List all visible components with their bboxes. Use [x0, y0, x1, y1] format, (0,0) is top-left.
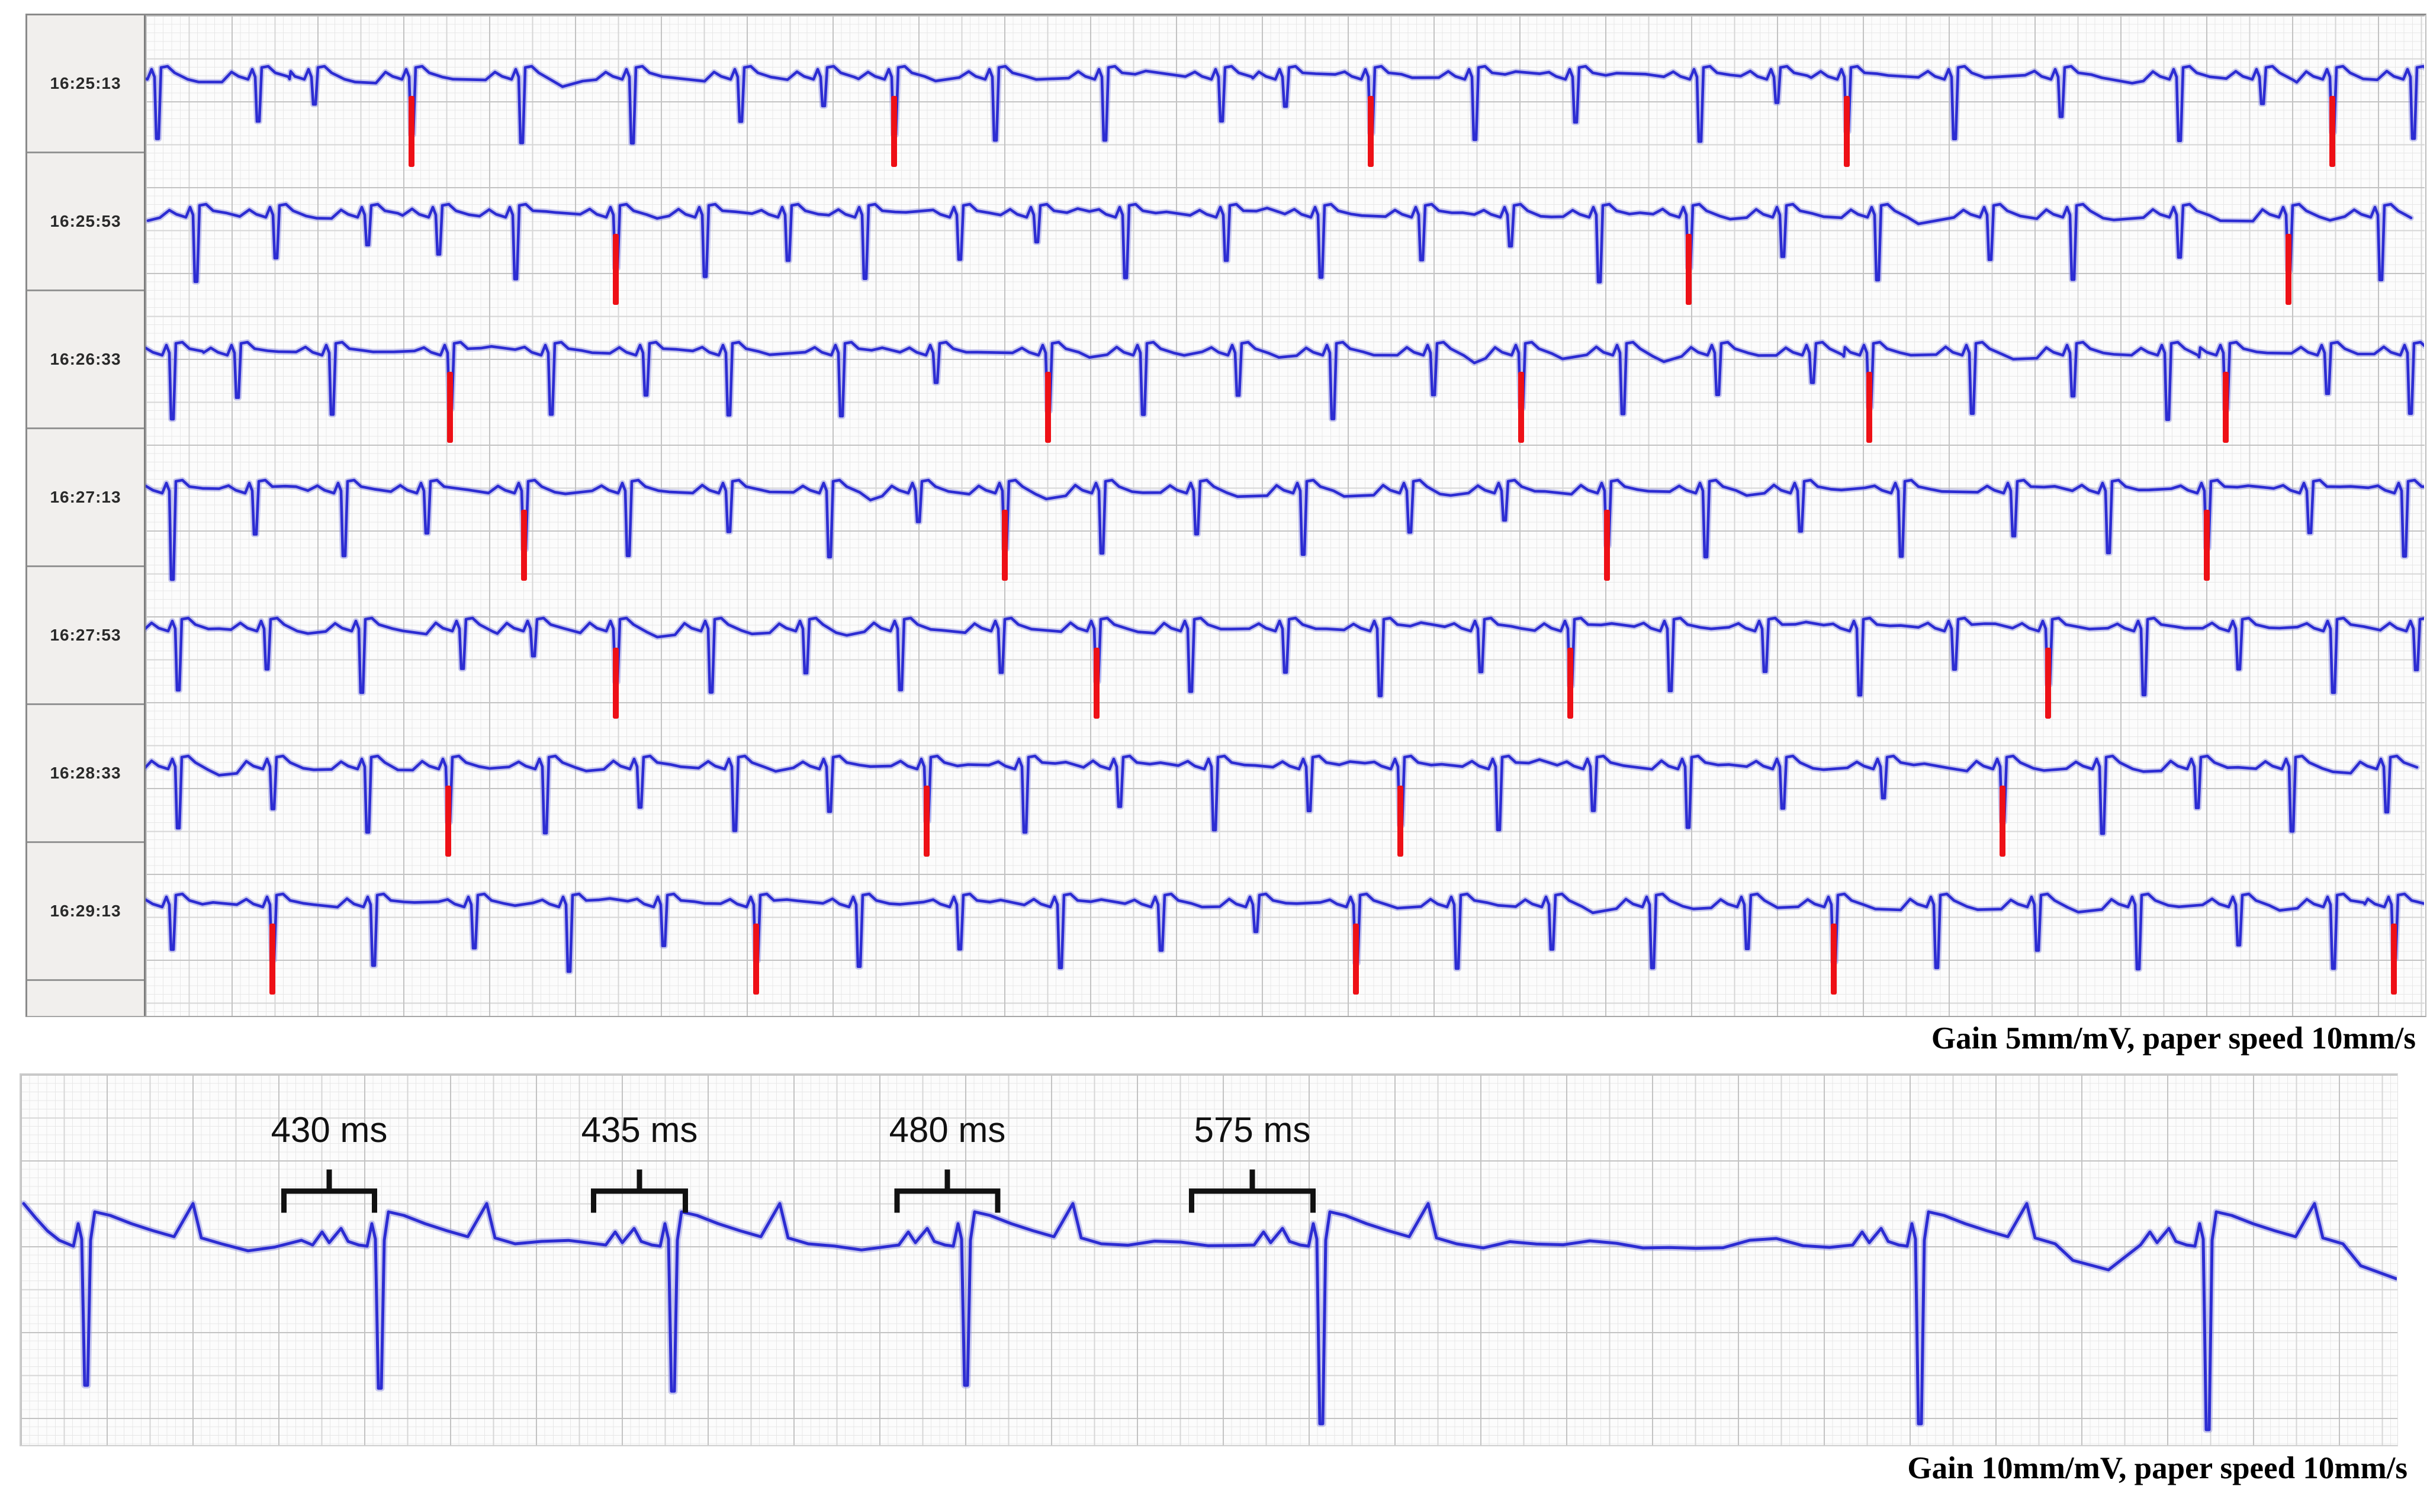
- beat-marker: [613, 234, 619, 305]
- beat-marker: [891, 96, 897, 167]
- beat-marker: [1368, 96, 1374, 167]
- beat-marker: [1567, 648, 1573, 719]
- beat-marker: [2045, 648, 2051, 719]
- beat-marker: [445, 786, 451, 857]
- beat-marker: [1094, 648, 1100, 719]
- beat-marker: [1866, 372, 1872, 443]
- interval-bracket: [1192, 1172, 1313, 1210]
- beat-marker: [753, 924, 759, 995]
- beat-marker: [447, 372, 453, 443]
- beat-marker: [2223, 372, 2229, 443]
- beat-marker: [2000, 786, 2005, 857]
- beat-marker: [269, 924, 275, 995]
- beat-marker: [1831, 924, 1837, 995]
- interval-bracket: [594, 1172, 686, 1210]
- beat-marker: [2391, 924, 2397, 995]
- ecg-trace-row: [136, 480, 2430, 580]
- interval-bracket: [897, 1172, 998, 1210]
- ecg-trace-row: [142, 756, 2417, 834]
- beat-marker: [1518, 372, 1524, 443]
- beat-marker: [1844, 96, 1850, 167]
- holter-review-screen: 16:25:13 16:25:53 16:26:33 16:27:13 16:2…: [0, 0, 2430, 1512]
- beat-marker: [924, 786, 930, 857]
- beat-marker: [613, 648, 619, 719]
- beat-marker: [2329, 96, 2335, 167]
- beat-marker: [1353, 924, 1359, 995]
- beat-marker: [1604, 510, 1610, 581]
- ecg-trace-row: [136, 480, 2430, 580]
- beat-marker: [2286, 234, 2291, 305]
- beat-marker: [2204, 510, 2210, 581]
- bottom-trace: [24, 1199, 2430, 1430]
- beat-marker: [1397, 786, 1403, 857]
- ecg-trace-row: [136, 342, 2430, 420]
- beat-marker: [1002, 510, 1008, 581]
- beat-marker: [1686, 234, 1692, 305]
- ecg-trace-svg: [0, 0, 2430, 1512]
- ecg-trace-row: [136, 342, 2430, 420]
- beat-marker: [409, 96, 414, 167]
- beat-marker: [521, 510, 527, 581]
- beat-marker: [1045, 372, 1051, 443]
- top-traces: [121, 66, 2430, 995]
- ecg-trace-row: [136, 894, 2425, 971]
- interval-bracket: [284, 1172, 375, 1210]
